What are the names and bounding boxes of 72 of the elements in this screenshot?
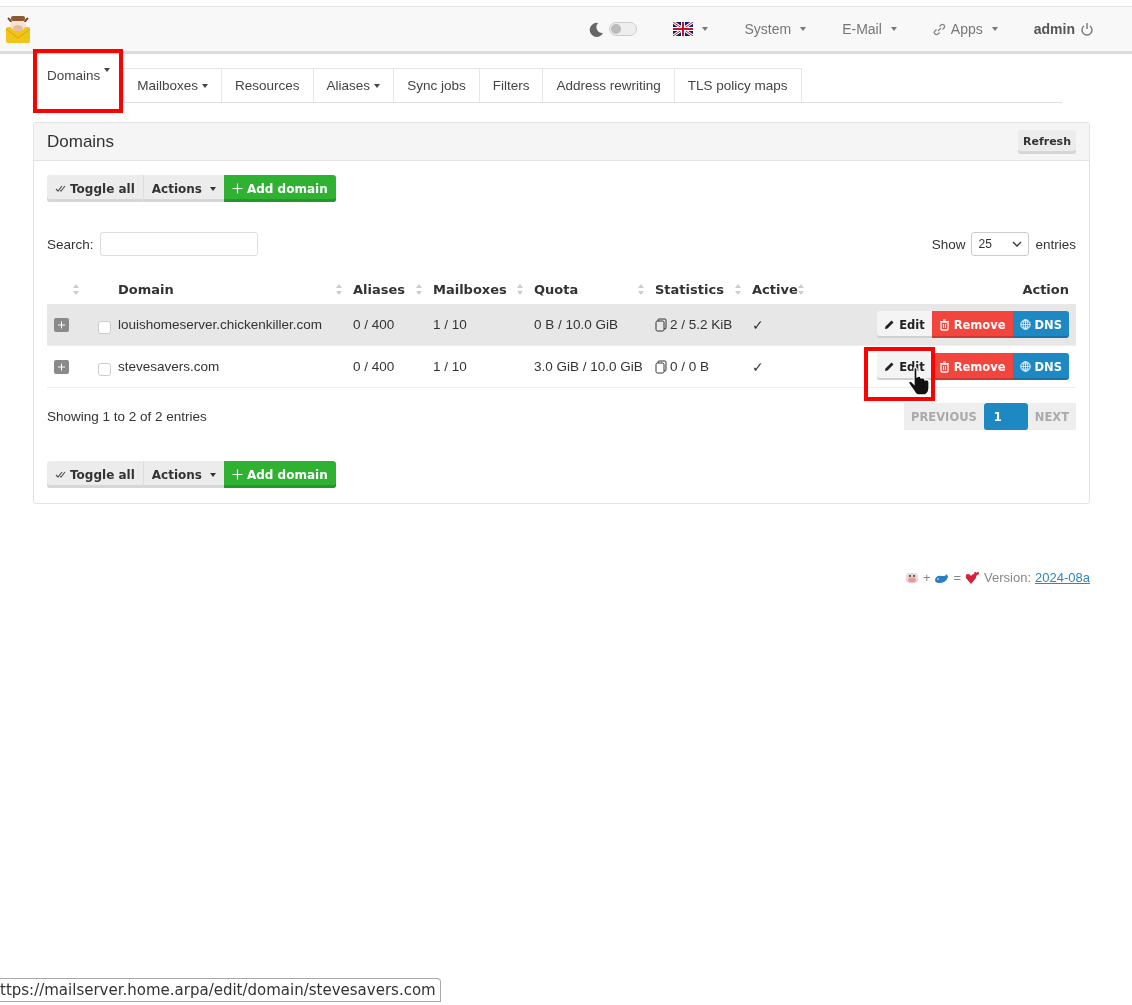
- column-header[interactable]: Statistics: [655, 281, 724, 297]
- table-cell: 0 B / 10.0 GiB: [534, 317, 619, 332]
- actions-dropdown-button[interactable]: Actions: [143, 175, 224, 202]
- flag-icon: [673, 22, 694, 36]
- entries-info: Showing 1 to 2 of 2 entries: [47, 409, 207, 424]
- nav-menu[interactable]: System: [726, 21, 825, 37]
- equals-sign: =: [953, 570, 962, 585]
- page-number-button[interactable]: 1: [983, 403, 1028, 430]
- version-link[interactable]: 2024-08a: [1035, 570, 1090, 585]
- toggle-all-button[interactable]: Toggle all: [47, 175, 144, 202]
- column-header[interactable]: Action: [1022, 281, 1069, 297]
- globe-icon: [1019, 360, 1031, 373]
- panel-title: Domains: [47, 131, 115, 152]
- nav-menu[interactable]: E-Mail: [824, 21, 915, 37]
- active-check: ✓: [752, 316, 764, 333]
- row-checkbox[interactable]: [98, 320, 111, 334]
- plus-icon: [231, 469, 243, 480]
- version-label: Version:: [984, 570, 1032, 585]
- cow-icon: [904, 570, 919, 585]
- table-cell: louishomeserver.chickenkiller.com: [118, 317, 323, 332]
- moon-icon: [589, 21, 605, 37]
- show-label: Show: [931, 236, 966, 252]
- remove-button[interactable]: Remove: [931, 311, 1013, 338]
- table-cell: 1 / 10: [433, 317, 467, 332]
- page-size-select[interactable]: 25: [971, 232, 1030, 256]
- edit-button[interactable]: Edit: [877, 311, 932, 338]
- power-icon: [1080, 22, 1094, 36]
- copy-icon: [655, 317, 667, 332]
- link-url-status: ttps://mailserver.home.arpa/edit/domain/stevesavers.com: [0, 978, 441, 1002]
- table-cell: 2 / 5.2 KiB: [670, 317, 733, 332]
- user-menu[interactable]: admin: [1015, 21, 1112, 37]
- pencil-icon: [884, 360, 896, 373]
- toggle-all-button[interactable]: Toggle all: [47, 461, 144, 488]
- expand-button[interactable]: [54, 317, 69, 332]
- search-field[interactable]: [99, 232, 258, 256]
- table-cell: 1 / 10: [433, 359, 467, 374]
- table-cell: 3.0 GiB / 10.0 GiB: [534, 359, 643, 374]
- table-cell: 0 / 0 B: [670, 359, 710, 374]
- column-header[interactable]: Domain: [118, 281, 174, 297]
- column-header[interactable]: Mailboxes: [433, 281, 507, 297]
- table-cell: 0 / 400: [353, 359, 395, 374]
- pencil-icon: [884, 318, 896, 331]
- column-header[interactable]: Aliases: [353, 281, 406, 297]
- dark-mode-toggle[interactable]: [609, 22, 638, 36]
- refresh-button[interactable]: Refresh: [1018, 129, 1076, 154]
- dns-button[interactable]: DNS: [1012, 311, 1069, 338]
- plus-sign: +: [922, 570, 931, 585]
- trash-icon: [938, 318, 950, 331]
- table-cell: stevesavers.com: [118, 359, 220, 374]
- edit-button[interactable]: Edit: [877, 353, 932, 380]
- column-header[interactable]: Quota: [534, 281, 579, 297]
- search-label: Search:: [47, 236, 94, 252]
- row-checkbox[interactable]: [98, 362, 111, 376]
- double-check-icon: [55, 184, 66, 193]
- apps-menu[interactable]: Apps: [914, 21, 1016, 37]
- double-check-icon: [55, 470, 66, 479]
- plus-icon: [231, 183, 243, 194]
- tab[interactable]: TLS policy maps: [673, 68, 802, 102]
- hearts-icon: [965, 570, 981, 585]
- trash-icon: [938, 360, 950, 373]
- actions-dropdown-button[interactable]: Actions: [143, 461, 224, 488]
- entries-label: entries: [1035, 236, 1076, 252]
- table-cell: 0 / 400: [353, 317, 395, 332]
- link-icon: [932, 22, 946, 36]
- dns-button[interactable]: DNS: [1012, 353, 1069, 380]
- chevron-down-icon: [1012, 241, 1023, 247]
- tab[interactable]: Mailboxes: [123, 68, 223, 102]
- globe-icon: [1019, 318, 1031, 331]
- copy-icon: [655, 359, 667, 374]
- active-check: ✓: [752, 358, 764, 375]
- expand-button[interactable]: [54, 359, 69, 374]
- column-header[interactable]: Active: [752, 281, 798, 297]
